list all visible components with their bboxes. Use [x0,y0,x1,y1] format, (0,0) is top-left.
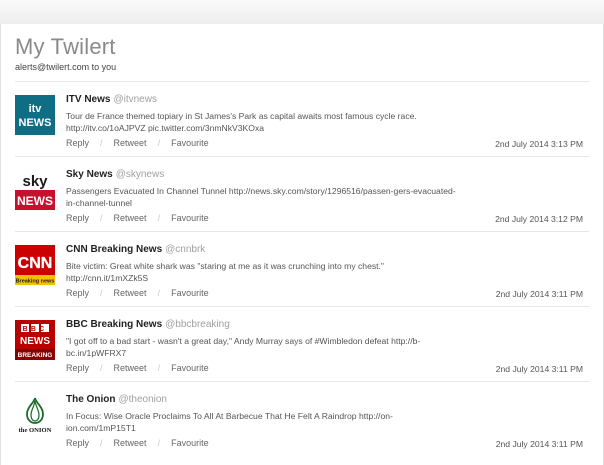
author-handle[interactable]: @bbcbreaking [165,319,230,330]
tweet-item: sky NEWS Sky News @skynews Passengers Eva… [15,157,589,232]
favourite-button[interactable]: Favourite [171,213,209,223]
author-name[interactable]: CNN Breaking News [66,244,162,255]
tweet-header: BBC Breaking News @bbcbreaking [66,319,230,330]
separator: / [100,213,103,223]
reply-button[interactable]: Reply [66,213,89,223]
logo-text: NEWS [20,336,50,347]
author-handle[interactable]: @theonion [118,394,167,405]
tweet-text: "I got off to a bad start - wasn't a gre… [66,336,421,358]
favourite-button[interactable]: Favourite [171,363,209,373]
sky-news-logo[interactable]: sky NEWS [15,170,55,210]
top-bar [0,0,604,25]
tweet-item: CNN Breaking news CNN Breaking News @cnnb… [15,232,589,307]
itv-news-logo[interactable]: itv NEWS [15,95,55,135]
tweet-timestamp: 2nd July 2014 3:13 PM [495,139,583,149]
tweet-actions: Reply / Retweet / Favourite [66,213,209,223]
reply-button[interactable]: Reply [66,363,89,373]
logo-text: CNN [18,255,53,272]
favourite-button[interactable]: Favourite [171,288,209,298]
logo-text: NEWS [19,117,52,129]
author-name[interactable]: The Onion [66,394,115,405]
retweet-button[interactable]: Retweet [114,363,147,373]
retweet-button[interactable]: Retweet [114,288,147,298]
tweet-item: the ONION The Onion @theonion In Focus: W… [15,382,589,456]
author-name[interactable]: Sky News [66,169,113,180]
logo-text: the ONION [19,427,52,434]
tweet-actions: Reply / Retweet / Favourite [66,288,209,298]
alert-card: My Twilert alerts@twilert.com to you itv… [0,24,604,465]
author-handle[interactable]: @itvnews [113,94,157,105]
tweet-text: In Focus: Wise Oracle Proclaims To All A… [66,411,393,433]
separator: / [100,138,103,148]
tweet-text: Passengers Evacuated In Channel Tunnel h… [66,186,456,208]
author-name[interactable]: ITV News [66,94,110,105]
tweet-header: The Onion @theonion [66,394,167,405]
tweet-timestamp: 2nd July 2014 3:11 PM [495,364,583,374]
sender-line: alerts@twilert.com to you [15,62,116,72]
separator: / [157,213,161,223]
tweet-timestamp: 2nd July 2014 3:11 PM [495,289,583,299]
author-name[interactable]: BBC Breaking News [66,319,162,330]
recipient-text: to you [91,62,117,72]
tweet-header: ITV News @itvnews [66,94,157,105]
retweet-button[interactable]: Retweet [114,138,147,148]
favourite-button[interactable]: Favourite [171,138,209,148]
logo-text: sky [22,173,48,190]
logo-text: Breaking news [16,279,55,285]
favourite-button[interactable]: Favourite [171,438,209,448]
tweet-header: Sky News @skynews [66,169,164,180]
tweet-item: BBC NEWS BREAKING BBC Breaking News @bbcb… [15,307,589,382]
separator: / [157,363,161,373]
retweet-button[interactable]: Retweet [114,438,147,448]
tweet-actions: Reply / Retweet / Favourite [66,438,209,448]
tweet-actions: Reply / Retweet / Favourite [66,138,209,148]
sender-email: alerts@twilert.com [15,62,90,72]
tweet-text: Tour de France themed topiary in St Jame… [66,111,417,133]
logo-text: BBC [23,326,48,333]
tweet-actions: Reply / Retweet / Favourite [66,363,209,373]
reply-button[interactable]: Reply [66,288,89,298]
separator: / [157,138,161,148]
logo-text: itv [29,103,43,115]
onion-logo[interactable]: the ONION [15,395,55,435]
page-title: My Twilert [15,34,116,59]
author-handle[interactable]: @cnnbrk [165,244,205,255]
author-handle[interactable]: @skynews [116,169,165,180]
tweet-header: CNN Breaking News @cnnbrk [66,244,205,255]
separator: / [157,288,161,298]
separator: / [100,438,103,448]
logo-text: BREAKING [18,352,53,359]
tweet-item: itv NEWS ITV News @itvnews Tour de France… [15,82,589,157]
separator: / [100,288,103,298]
reply-button[interactable]: Reply [66,438,89,448]
logo-text: NEWS [17,194,53,208]
tweet-feed: itv NEWS ITV News @itvnews Tour de France… [1,82,603,456]
tweet-timestamp: 2nd July 2014 3:12 PM [495,214,583,224]
tweet-timestamp: 2nd July 2014 3:11 PM [495,439,583,449]
cnn-logo[interactable]: CNN Breaking news [15,245,55,285]
reply-button[interactable]: Reply [66,138,89,148]
separator: / [157,438,161,448]
bbc-breaking-logo[interactable]: BBC NEWS BREAKING [15,320,55,360]
separator: / [100,363,103,373]
retweet-button[interactable]: Retweet [114,213,147,223]
tweet-text: Bite victim: Great white shark was "star… [66,261,384,283]
